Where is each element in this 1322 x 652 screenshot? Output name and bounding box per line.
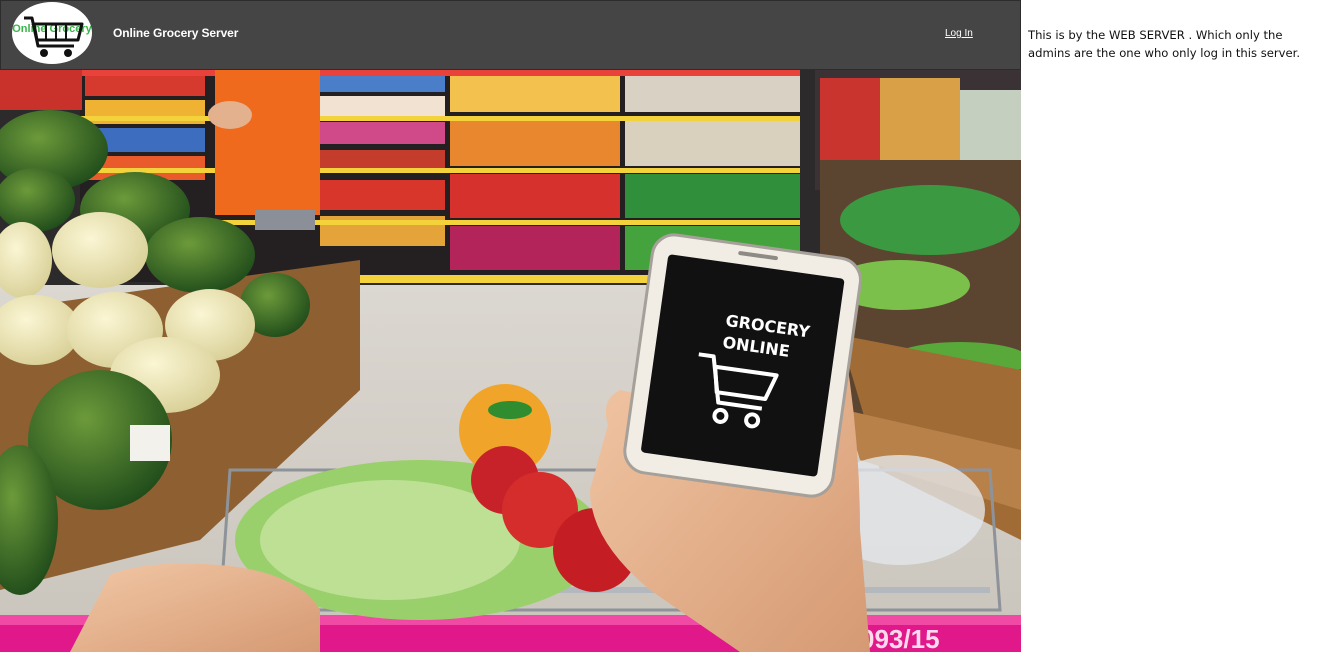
- site-logo[interactable]: Online Grocery: [12, 2, 92, 64]
- admin-note: This is by the WEB SERVER . Which only t…: [1028, 28, 1301, 60]
- top-navbar: Online Grocery Online Grocery Server Log…: [0, 0, 1021, 70]
- cart-tag-text: 093/15: [860, 624, 940, 652]
- site-title: Online Grocery Server: [113, 26, 239, 40]
- hero-image: 093/15 GROCERY ONLINE: [0, 70, 1021, 652]
- shopping-cart-logo-icon: Online Grocery: [12, 16, 92, 57]
- web-page: Online Grocery Online Grocery Server Log…: [0, 0, 1021, 652]
- login-link[interactable]: Log In: [945, 28, 973, 39]
